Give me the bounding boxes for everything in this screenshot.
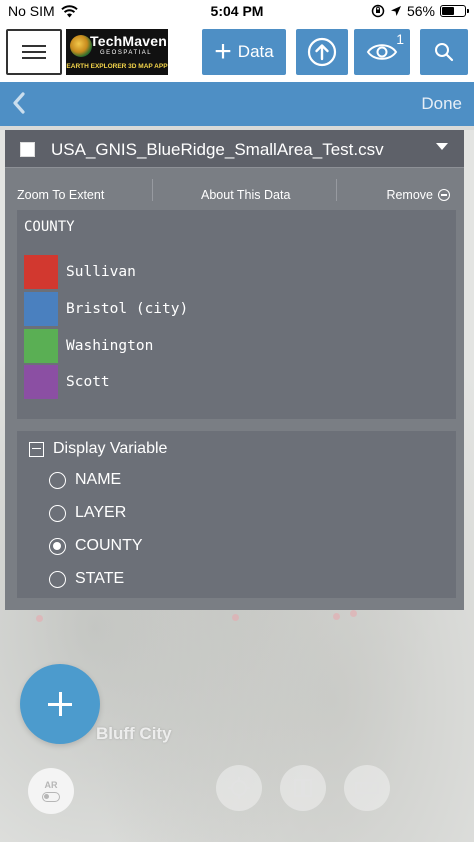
visible-layers-button[interactable]: 1 xyxy=(354,29,410,75)
map-point-marker[interactable] xyxy=(333,613,340,620)
layer-file-name: USA_GNIS_BlueRidge_SmallArea_Test.csv xyxy=(51,140,384,159)
toggle-icon xyxy=(42,792,60,802)
layer-details-panel: USA_GNIS_BlueRidge_SmallArea_Test.csv Zo… xyxy=(5,130,464,610)
layer-actions: Zoom To Extent About This Data Remove xyxy=(5,176,464,206)
legend-label: Scott xyxy=(66,373,110,390)
legend-label: Bristol (city) xyxy=(66,300,189,317)
action-divider xyxy=(336,179,337,201)
add-data-button[interactable]: + Data xyxy=(202,29,286,75)
caret-down-icon[interactable] xyxy=(436,143,448,150)
collapse-square-icon[interactable] xyxy=(29,441,44,457)
display-variable-title: Display Variable xyxy=(53,440,168,457)
remove-label: Remove xyxy=(386,188,433,202)
radio-label: NAME xyxy=(75,471,122,488)
minus-circle-icon xyxy=(438,189,450,201)
ruler-icon xyxy=(355,782,379,794)
app-logo: TechMaven GEOSPATIAL EARTH EXPLORER 3D M… xyxy=(66,29,168,75)
radio-button[interactable] xyxy=(49,570,66,588)
legend-swatch xyxy=(24,328,58,363)
logo-subtitle: GEOSPATIAL xyxy=(100,50,153,56)
battery-icon xyxy=(440,5,469,17)
radio-button[interactable] xyxy=(49,471,66,489)
radio-option-county[interactable]: COUNTY xyxy=(49,535,143,557)
top-toolbar: TechMaven GEOSPATIAL EARTH EXPLORER 3D M… xyxy=(0,22,474,82)
display-variable-section: Display Variable NAME LAYER COUNTY STATE xyxy=(17,431,456,598)
about-data-button[interactable]: About This Data xyxy=(201,188,290,202)
layer-visibility-checkbox[interactable] xyxy=(20,142,35,157)
battery-percent: 56% xyxy=(406,3,435,19)
map-point-marker[interactable] xyxy=(36,615,43,622)
hamburger-menu-icon xyxy=(22,41,46,63)
locate-button[interactable] xyxy=(216,765,262,811)
measure-button[interactable] xyxy=(344,765,390,811)
split-view-button[interactable] xyxy=(280,765,326,811)
battery-level xyxy=(442,7,454,15)
plus-icon: + xyxy=(214,35,232,68)
legend-label: Sullivan xyxy=(66,263,136,280)
ar-label: AR xyxy=(44,780,58,790)
remove-layer-button[interactable]: Remove xyxy=(386,188,450,202)
radio-label: STATE xyxy=(75,570,125,587)
zoom-to-extent-button[interactable]: Zoom To Extent xyxy=(17,188,104,202)
crosshair-icon xyxy=(228,777,250,799)
map-place-label: Bluff City xyxy=(96,724,172,743)
action-divider xyxy=(152,179,153,201)
legend-swatch xyxy=(24,254,58,289)
radio-option-layer[interactable]: LAYER xyxy=(49,502,126,524)
layer-header[interactable]: USA_GNIS_BlueRidge_SmallArea_Test.csv xyxy=(5,130,464,168)
ar-toggle-button[interactable]: AR xyxy=(28,768,74,814)
legend-item: Bristol (city) xyxy=(24,291,188,326)
upload-button[interactable] xyxy=(296,29,348,75)
upload-circle-icon xyxy=(307,37,337,67)
legend-swatch xyxy=(24,364,58,399)
add-data-label: Data xyxy=(237,42,274,61)
menu-button[interactable] xyxy=(6,29,62,75)
orientation-lock-icon xyxy=(371,4,385,18)
legend-title: COUNTY xyxy=(24,219,75,235)
add-feature-button[interactable] xyxy=(20,664,100,744)
location-arrow-icon xyxy=(390,6,401,16)
done-button[interactable]: Done xyxy=(421,94,462,114)
logo-tagline: EARTH EXPLORER 3D MAP APP xyxy=(66,63,168,70)
search-icon xyxy=(435,43,454,62)
legend-item: Sullivan xyxy=(24,254,136,289)
plus-icon xyxy=(48,692,72,716)
chevron-left-icon[interactable] xyxy=(10,89,28,117)
search-button[interactable] xyxy=(420,29,468,75)
globe-icon xyxy=(70,35,92,57)
logo-title: TechMaven xyxy=(90,33,168,49)
radio-option-state[interactable]: STATE xyxy=(49,568,124,590)
legend-label: Washington xyxy=(66,337,154,354)
legend-item: Washington xyxy=(24,328,153,363)
legend-swatch xyxy=(24,291,58,326)
radio-button[interactable] xyxy=(49,504,66,522)
legend-item: Scott xyxy=(24,364,110,399)
radio-label: COUNTY xyxy=(75,537,143,554)
book-icon xyxy=(294,779,312,797)
radio-label: LAYER xyxy=(75,504,127,521)
eye-icon xyxy=(366,44,398,60)
radio-option-name[interactable]: NAME xyxy=(49,469,121,491)
map-point-marker[interactable] xyxy=(232,614,239,621)
legend: COUNTY Sullivan Bristol (city) Washingto… xyxy=(17,210,456,419)
display-variable-header[interactable]: Display Variable xyxy=(29,440,167,458)
radio-button[interactable] xyxy=(49,537,66,555)
visible-layers-count: 1 xyxy=(396,31,404,47)
map-point-marker[interactable] xyxy=(350,610,357,617)
navigation-bar: Done xyxy=(0,82,474,126)
status-bar: No SIM 5:04 PM 56% xyxy=(0,0,474,22)
